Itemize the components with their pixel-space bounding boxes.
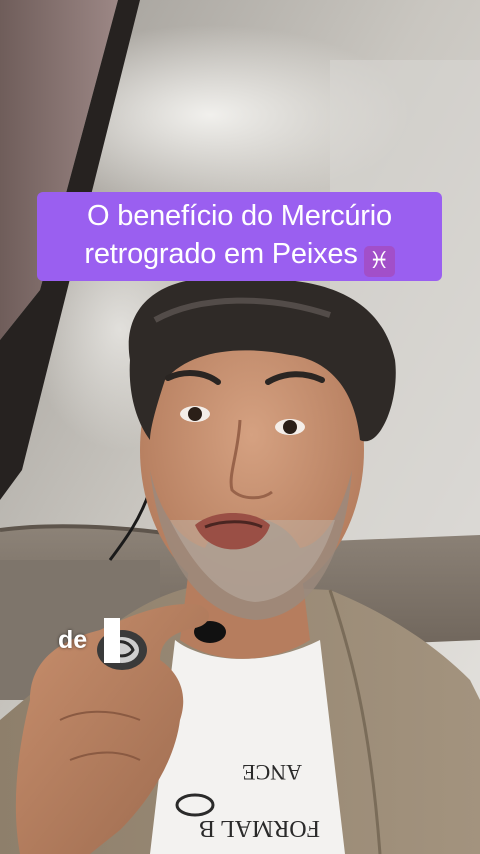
title-caption: O benefício do Mercúrio retrogrado em Pe… [37,192,442,281]
shirt-print-line2: FORMAL B [199,815,320,841]
pisces-emoji-icon: ♓ [363,245,395,277]
video-frame: ANCE FORMAL B O benefício do Mercúrio re… [0,0,480,854]
caption-line-1: O benefício do Mercúrio [87,199,392,232]
caption-line-2: retrogrado em Peixes ♓ [84,235,395,277]
video-still: ANCE FORMAL B [0,0,480,854]
shirt-print-line1: ANCE [242,760,302,785]
live-subtitle: de [58,626,88,654]
subtitle-cursor [104,618,120,663]
caption-line-2-text: retrogrado em Peixes [84,237,358,270]
